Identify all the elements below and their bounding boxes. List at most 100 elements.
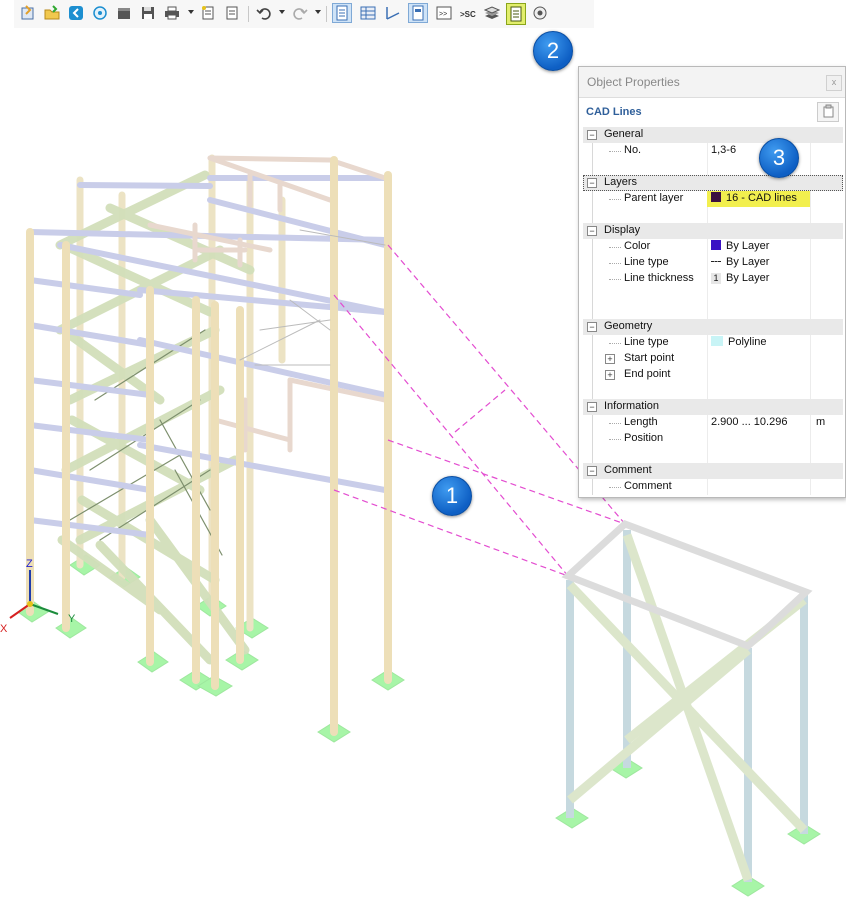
callout-badge-2: 2 [533, 31, 573, 71]
object-type-header: CAD Lines [579, 98, 845, 126]
console-icon[interactable]: >> [434, 3, 454, 23]
property-label: Line type [624, 336, 669, 348]
property-label: Line thickness [624, 272, 694, 284]
property-row-length[interactable]: Length 2.900 ... 10.296 m [583, 415, 843, 431]
section-information[interactable]: − Information [583, 399, 843, 415]
property-label: Comment [624, 480, 672, 492]
thickness-value: By Layer [726, 272, 770, 284]
property-label: Length [624, 416, 658, 428]
callout-badge-1: 1 [432, 476, 472, 516]
property-row-end-point[interactable]: + End point [583, 367, 843, 383]
property-row-geometry-line-type[interactable]: Line type Polyline [583, 335, 843, 351]
property-value: 1,3-6 [711, 144, 737, 156]
property-row-line-type[interactable]: Line type By Layer [583, 255, 843, 271]
print-icon[interactable] [162, 3, 182, 23]
axis-label-x: X [0, 623, 8, 635]
detail-frame [555, 519, 821, 897]
redo-icon[interactable] [290, 3, 310, 23]
line-type-value: By Layer [726, 256, 770, 268]
properties-icon[interactable] [408, 3, 428, 23]
spacer [583, 207, 843, 223]
object-type-label: CAD Lines [586, 106, 642, 118]
clapper-icon[interactable] [114, 3, 134, 23]
report-icon[interactable] [198, 3, 218, 23]
close-button[interactable]: x [826, 75, 842, 91]
section-title: Display [604, 224, 641, 236]
svg-text:>SC: >SC [460, 10, 476, 19]
save-icon[interactable] [138, 3, 158, 23]
property-label: End point [624, 368, 671, 380]
open-folder-icon[interactable] [42, 3, 62, 23]
property-value: Polyline [711, 336, 767, 348]
spacer [583, 383, 843, 399]
copy-properties-button[interactable] [817, 102, 839, 122]
axis-label-y: Y [68, 613, 76, 625]
section-layers[interactable]: − Layers [583, 175, 843, 191]
property-label: Line type [624, 256, 669, 268]
network-icon[interactable] [90, 3, 110, 23]
axes-icon[interactable] [382, 3, 402, 23]
property-row-position[interactable]: Position [583, 431, 843, 447]
property-value: 16 - CAD lines [711, 192, 797, 204]
collapse-icon[interactable]: − [587, 130, 597, 140]
polyline-swatch [711, 336, 723, 346]
collapse-icon[interactable]: − [587, 178, 597, 188]
property-label: Parent layer [624, 192, 684, 204]
property-label: Start point [624, 352, 675, 364]
property-row-color[interactable]: Color By Layer [583, 239, 843, 255]
navigator-icon[interactable] [332, 3, 352, 23]
script-icon[interactable]: >SC [458, 3, 478, 23]
section-geometry[interactable]: − Geometry [583, 319, 843, 335]
panel-title: Object Properties [579, 67, 845, 98]
structure-main [17, 154, 405, 743]
expand-icon[interactable]: + [605, 354, 615, 364]
axis-label-z: Z [26, 558, 33, 570]
color-value: By Layer [726, 240, 770, 252]
section-comment[interactable]: − Comment [583, 463, 843, 479]
property-row-start-point[interactable]: + Start point [583, 351, 843, 367]
object-properties-icon[interactable] [506, 3, 526, 25]
layer-color-swatch [711, 192, 721, 202]
property-value: By Layer [711, 256, 769, 268]
view-icon[interactable] [530, 3, 550, 23]
clipboard-icon [823, 104, 834, 118]
property-value: 1 By Layer [711, 272, 769, 284]
collapse-icon[interactable]: − [587, 322, 597, 332]
section-display[interactable]: − Display [583, 223, 843, 239]
collapse-icon[interactable]: − [587, 466, 597, 476]
open-icon[interactable] [18, 3, 38, 23]
property-row-comment[interactable]: Comment [583, 479, 843, 495]
property-row-parent-layer[interactable]: Parent layer 16 - CAD lines [583, 191, 843, 207]
dashed-line-icon [711, 261, 721, 262]
spacer [583, 159, 843, 175]
layers-icon[interactable] [482, 3, 502, 23]
property-label: Position [624, 432, 664, 444]
undo-icon[interactable] [254, 3, 274, 23]
property-grid: − General No. 1,3-6 − Layers Parent laye… [583, 127, 843, 495]
expand-icon[interactable]: + [605, 370, 615, 380]
spacer [583, 447, 843, 463]
redo-dropdown-icon[interactable] [315, 10, 321, 14]
svg-text:>>: >> [439, 11, 447, 18]
section-title: Comment [604, 464, 652, 476]
collapse-icon[interactable]: − [587, 226, 597, 236]
page-icon[interactable] [222, 3, 242, 23]
section-title: Geometry [604, 320, 653, 332]
undo-dropdown-icon[interactable] [279, 10, 285, 14]
main-toolbar: >> >SC [14, 0, 594, 28]
webservice-icon[interactable] [66, 3, 86, 23]
section-general[interactable]: − General [583, 127, 843, 143]
spacer [583, 287, 843, 303]
collapse-icon[interactable]: − [587, 402, 597, 412]
section-title: General [604, 128, 644, 140]
property-row-no[interactable]: No. 1,3-6 [583, 143, 843, 159]
geometry-type-value: Polyline [728, 336, 767, 348]
color-swatch [711, 240, 721, 250]
property-row-line-thickness[interactable]: Line thickness 1 By Layer [583, 271, 843, 287]
thickness-number: 1 [711, 273, 721, 284]
table-icon[interactable] [358, 3, 378, 23]
property-label: Color [624, 240, 651, 252]
callout-badge-3: 3 [759, 138, 799, 178]
print-dropdown-icon[interactable] [188, 10, 194, 14]
spacer [583, 303, 843, 319]
